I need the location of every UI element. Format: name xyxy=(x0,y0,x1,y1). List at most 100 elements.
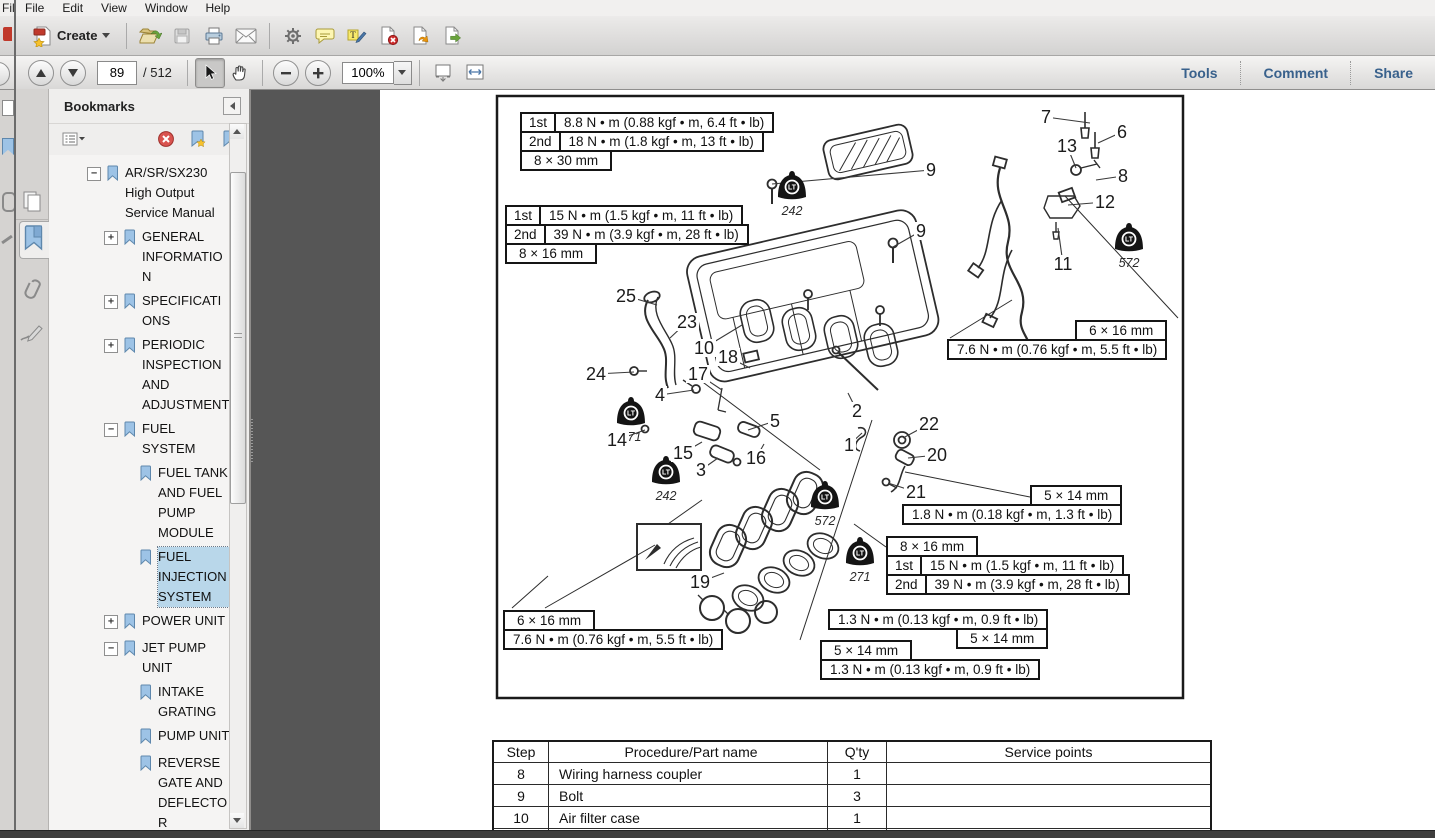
convert-page-button[interactable] xyxy=(406,21,436,51)
menu-edit[interactable]: Edit xyxy=(53,0,92,16)
torque-value-label: 15 N • m (1.5 kgf • m, 11 ft • lb) xyxy=(541,207,741,224)
torque-value-label: 39 N • m (3.9 kgf • m, 28 ft • lb) xyxy=(927,576,1128,593)
pdf-page: 7613812119925231018172441415316521222021… xyxy=(380,89,1435,831)
menu-file[interactable]: File xyxy=(16,0,53,16)
scroll-up-button[interactable] xyxy=(230,124,244,139)
scroll-down-button[interactable] xyxy=(230,813,244,828)
nav-right-links: ToolsCommentShare xyxy=(1159,56,1435,89)
bookmark-item[interactable]: −JET PUMP UNIT xyxy=(49,636,231,680)
background-window-sliver[interactable]: Fil xyxy=(0,0,16,838)
threadlocker-number: 572 xyxy=(1110,257,1148,270)
bookmarks-button[interactable] xyxy=(24,225,43,256)
torque-spec-box: 8 × 16 mm1st15 N • m (1.5 kgf • m, 11 ft… xyxy=(886,536,1130,595)
bookmark-item[interactable]: REVERSE GATE AND DEFLECTOR xyxy=(49,751,231,831)
document-view[interactable]: 7613812119925231018172441415316521222021… xyxy=(249,89,1435,831)
bookmark-item[interactable]: PUMP UNIT xyxy=(49,724,231,751)
comment-button[interactable] xyxy=(310,21,340,51)
zoom-out-button[interactable] xyxy=(273,60,299,86)
nav-link-share[interactable]: Share xyxy=(1352,65,1435,81)
save-file-button[interactable] xyxy=(167,21,197,51)
bookmark-item[interactable]: +PERIODIC INSPECTION AND ADJUSTMENT xyxy=(49,333,231,417)
delete-page-icon xyxy=(378,26,400,46)
page-down-button[interactable] xyxy=(60,60,86,86)
bookmark-label: PUMP UNIT xyxy=(158,726,229,746)
bookmarks-icon xyxy=(2,138,14,155)
bookmark-ribbon-icon xyxy=(122,421,137,442)
threadlocker-number: 271 xyxy=(841,571,879,584)
scroll-mode-button[interactable] xyxy=(428,58,458,88)
torque-stage-label: 1st xyxy=(888,557,922,574)
bookmarks-scrollbar[interactable] xyxy=(229,123,247,829)
email-button[interactable] xyxy=(231,21,261,51)
bookmark-item[interactable]: +POWER UNIT xyxy=(49,609,231,636)
bookmark-item[interactable]: −FUEL SYSTEM xyxy=(49,417,231,461)
bookmark-label: AR/SR/SX230 High Output Service Manual xyxy=(125,163,231,223)
collapse-minus-icon[interactable]: − xyxy=(104,642,118,656)
part-number-label: 10 xyxy=(692,339,716,357)
options-menu-button[interactable] xyxy=(59,127,89,151)
window-bottom-edge xyxy=(0,830,1435,838)
highlight-button[interactable]: T xyxy=(342,21,372,51)
collapse-minus-icon[interactable]: − xyxy=(104,423,118,437)
delete-page-button[interactable] xyxy=(374,21,404,51)
part-number-label: 19 xyxy=(688,573,712,591)
collapse-panel-button[interactable] xyxy=(223,97,241,115)
svg-text:LT: LT xyxy=(662,470,671,477)
part-number-label: 17 xyxy=(686,365,710,383)
torque-stage-label: 2nd xyxy=(888,576,927,593)
collapse-panel-icon xyxy=(230,102,235,110)
attachments-button[interactable] xyxy=(21,277,45,308)
bookmark-item[interactable]: +SPECIFICATIONS xyxy=(49,289,231,333)
collapse-minus-icon[interactable]: − xyxy=(87,167,101,181)
bookmark-item[interactable]: FUEL TANK AND FUEL PUMP MODULE xyxy=(49,461,231,545)
signatures-button[interactable] xyxy=(19,322,46,351)
zoom-dropdown-button[interactable] xyxy=(394,61,412,85)
menu-view[interactable]: View xyxy=(92,0,136,16)
expand-plus-icon[interactable]: + xyxy=(104,339,118,353)
open-file-icon xyxy=(138,26,162,46)
expand-plus-icon[interactable]: + xyxy=(104,615,118,629)
bookmark-item[interactable]: INTAKE GRATING xyxy=(49,680,231,724)
table-cell: 10 xyxy=(493,807,549,829)
settings-button[interactable] xyxy=(278,21,308,51)
page-thumbnails-icon xyxy=(2,100,14,116)
hand-tool-button[interactable] xyxy=(225,58,255,88)
page-up-button[interactable] xyxy=(28,60,54,86)
zoom-level-value[interactable]: 100% xyxy=(342,62,394,84)
table-header-row: StepProcedure/Part nameQ'tyService point… xyxy=(493,741,1211,763)
page-number-input[interactable] xyxy=(97,61,137,85)
expand-plus-icon[interactable]: + xyxy=(104,231,118,245)
create-pdf-button[interactable]: Create xyxy=(24,21,118,51)
nav-link-tools[interactable]: Tools xyxy=(1159,65,1239,81)
select-tool-button[interactable] xyxy=(195,58,225,88)
print-icon xyxy=(203,26,225,46)
export-page-button[interactable] xyxy=(438,21,468,51)
bookmark-item[interactable]: FUEL INJECTION SYSTEM xyxy=(49,545,231,609)
column-header: Service points xyxy=(887,741,1212,763)
bookmark-item[interactable]: + GENERAL INFORMATION xyxy=(49,225,231,289)
menu-help[interactable]: Help xyxy=(197,0,240,16)
print-button[interactable] xyxy=(199,21,229,51)
torque-value-label: 1.8 N • m (0.18 kgf • m, 1.3 ft • lb) xyxy=(904,506,1120,523)
part-number-label: 8 xyxy=(1116,167,1130,185)
export-page-icon xyxy=(442,26,464,46)
open-file-button[interactable] xyxy=(135,21,165,51)
bookmark-label: GENERAL INFORMATION xyxy=(142,227,231,287)
fit-width-button[interactable] xyxy=(460,58,490,88)
zoom-in-button[interactable] xyxy=(305,60,331,86)
torque-value-label: 1.3 N • m (0.13 kgf • m, 0.9 ft • lb) xyxy=(822,661,1038,678)
menu-window[interactable]: Window xyxy=(136,0,197,16)
delete-bookmark-button[interactable] xyxy=(151,127,181,151)
bookmark-ribbon-icon xyxy=(122,337,137,358)
nav-link-comment[interactable]: Comment xyxy=(1242,65,1351,81)
scrollbar-thumb[interactable] xyxy=(230,172,246,504)
page-thumbnails-button[interactable] xyxy=(21,190,43,219)
torque-spec-box: 6 × 16 mm7.6 N • m (0.76 kgf • m, 5.5 ft… xyxy=(503,610,723,650)
page-thumbnails-icon xyxy=(21,190,43,214)
expand-plus-icon[interactable]: + xyxy=(104,295,118,309)
new-bookmark-button[interactable] xyxy=(183,127,213,151)
diagram-labels: 7613812119925231018172441415316521222021… xyxy=(380,89,1435,831)
table-row: 10Air filter case1 xyxy=(493,807,1211,829)
svg-text:T: T xyxy=(351,30,357,40)
bookmark-item[interactable]: − AR/SR/SX230 High Output Service Manual xyxy=(49,161,231,225)
